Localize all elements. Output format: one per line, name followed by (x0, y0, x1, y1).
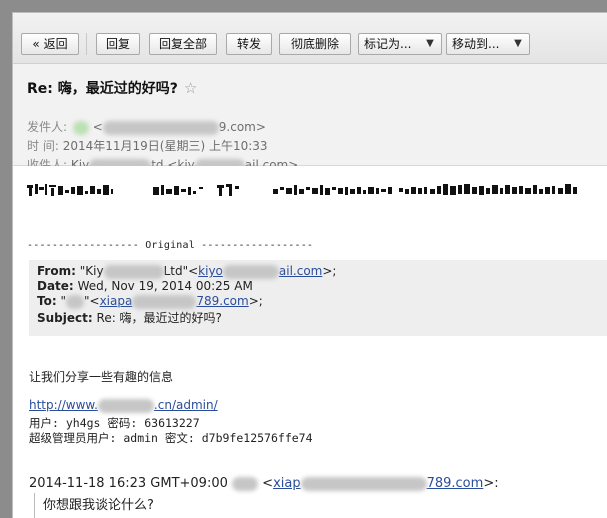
garbled-text-graphic (27, 184, 577, 196)
quote-subject-value: Re: 嗨，最近过的好吗? (96, 311, 222, 325)
time-label: 时 间: (27, 139, 59, 153)
quote-from-name-start: "Kiy (79, 264, 104, 278)
user-credentials-line: 用户: yh4gs 密码: 63613227 (29, 416, 200, 430)
quote-from-email-start[interactable]: kiyo (198, 264, 223, 278)
reply-datetime: 2014-11-18 16:23 GMT+09:00 (29, 476, 228, 491)
redacted-block (66, 294, 84, 309)
admin-credentials-line: 超级管理员用户: admin 密文: d7b9fe12576ffe74 (29, 431, 313, 445)
reply-end: >: (483, 476, 499, 491)
quote-from-email-end[interactable]: ail.com (279, 264, 322, 278)
redacted-block (97, 398, 154, 413)
move-to-label: 移动到... (452, 37, 500, 51)
mail-reading-pane: « 返回 回复 回复全部 转发 彻底删除 标记为... ▼ 移动到... ▼ R… (12, 12, 607, 518)
sender-address-end[interactable]: 9.com> (219, 120, 266, 134)
reply-text: 你想跟我谈论什么? (43, 498, 154, 513)
mail-toolbar: « 返回 回复 回复全部 转发 彻底删除 标记为... ▼ 移动到... ▼ (13, 13, 607, 64)
delete-permanently-button[interactable]: 彻底删除 (279, 33, 351, 55)
reply-lt: < (262, 476, 274, 491)
redacted-block (222, 264, 279, 279)
mail-subject: Re: 嗨，最近过的好吗? ☆ (27, 78, 197, 98)
mail-header: Re: 嗨，最近过的好吗? ☆ 发件人: <9.com> 时 间: 2014年11… (13, 64, 607, 173)
share-line: 让我们分享一些有趣的信息 (29, 370, 174, 384)
garbled-text (27, 182, 587, 198)
quote-from-label: From: (37, 264, 76, 278)
quote-from-name-end: Ltd"< (163, 264, 199, 278)
quote-subject-label: Subject: (37, 311, 93, 325)
move-to-dropdown[interactable]: 移动到... ▼ (446, 33, 530, 55)
redacted-block (132, 294, 197, 309)
mail-body: ------------------ Original ------------… (13, 166, 607, 518)
forward-button[interactable]: 转发 (226, 33, 272, 55)
chevron-down-icon: ▼ (426, 38, 434, 49)
quote-from-row: From: "Kiy Ltd"<kiyo ail.com>; (37, 264, 336, 279)
quote-date-label: Date: (37, 279, 74, 293)
quote-date-value: Wed, Nov 19, 2014 00:25 AM (77, 279, 253, 293)
toolbar-divider (86, 33, 87, 55)
quote-to-name-end: "< (84, 294, 100, 308)
mark-as-label: 标记为... (364, 37, 412, 51)
admin-url-line: http://www. .cn/admin/ (29, 398, 218, 413)
star-icon[interactable]: ☆ (184, 79, 197, 97)
time-row: 时 间: 2014年11月19日(星期三) 上午10:33 (27, 137, 268, 154)
quote-to-email-start[interactable]: xiapa (100, 294, 133, 308)
sender-row: 发件人: <9.com> (27, 118, 266, 135)
admin-url-end[interactable]: .cn/admin/ (154, 398, 218, 412)
reply-attribution: 2014-11-18 16:23 GMT+09:00 <xiap 789.com>… (29, 476, 499, 491)
reply-button[interactable]: 回复 (96, 33, 140, 55)
time-value: 2014年11月19日(星期三) 上午10:33 (62, 139, 268, 153)
redacted-block (232, 476, 259, 491)
quote-date-row: Date: Wed, Nov 19, 2014 00:25 AM (37, 279, 253, 293)
redacted-block (102, 120, 219, 135)
reply-email-end[interactable]: 789.com (427, 476, 484, 491)
subject-text: Re: 嗨，最近过的好吗? (27, 81, 178, 97)
quote-to-row: To: " "<xiapa 789.com>; (37, 294, 263, 309)
original-message-divider: ------------------ Original ------------… (27, 240, 314, 251)
redacted-block (72, 120, 89, 135)
quote-to-email-end[interactable]: 789.com (196, 294, 248, 308)
redacted-block (300, 476, 427, 491)
reply-email-start[interactable]: xiap (273, 476, 301, 491)
reply-all-button[interactable]: 回复全部 (149, 33, 217, 55)
quote-subject-row: Subject: Re: 嗨，最近过的好吗? (37, 309, 222, 326)
back-button[interactable]: « 返回 (21, 33, 79, 55)
chevron-down-icon: ▼ (514, 38, 522, 49)
redacted-block (103, 264, 164, 279)
quote-to-label: To: (37, 294, 57, 308)
quote-to-end: >; (248, 294, 263, 308)
admin-url-start[interactable]: http://www. (29, 398, 98, 412)
sender-address-start[interactable]: < (93, 120, 103, 134)
quote-from-end: >; (322, 264, 337, 278)
quote-bar (34, 493, 35, 518)
mark-as-dropdown[interactable]: 标记为... ▼ (358, 33, 442, 55)
sender-label: 发件人: (27, 120, 68, 134)
original-message-header: From: "Kiy Ltd"<kiyo ail.com>; Date: Wed, … (29, 260, 607, 336)
